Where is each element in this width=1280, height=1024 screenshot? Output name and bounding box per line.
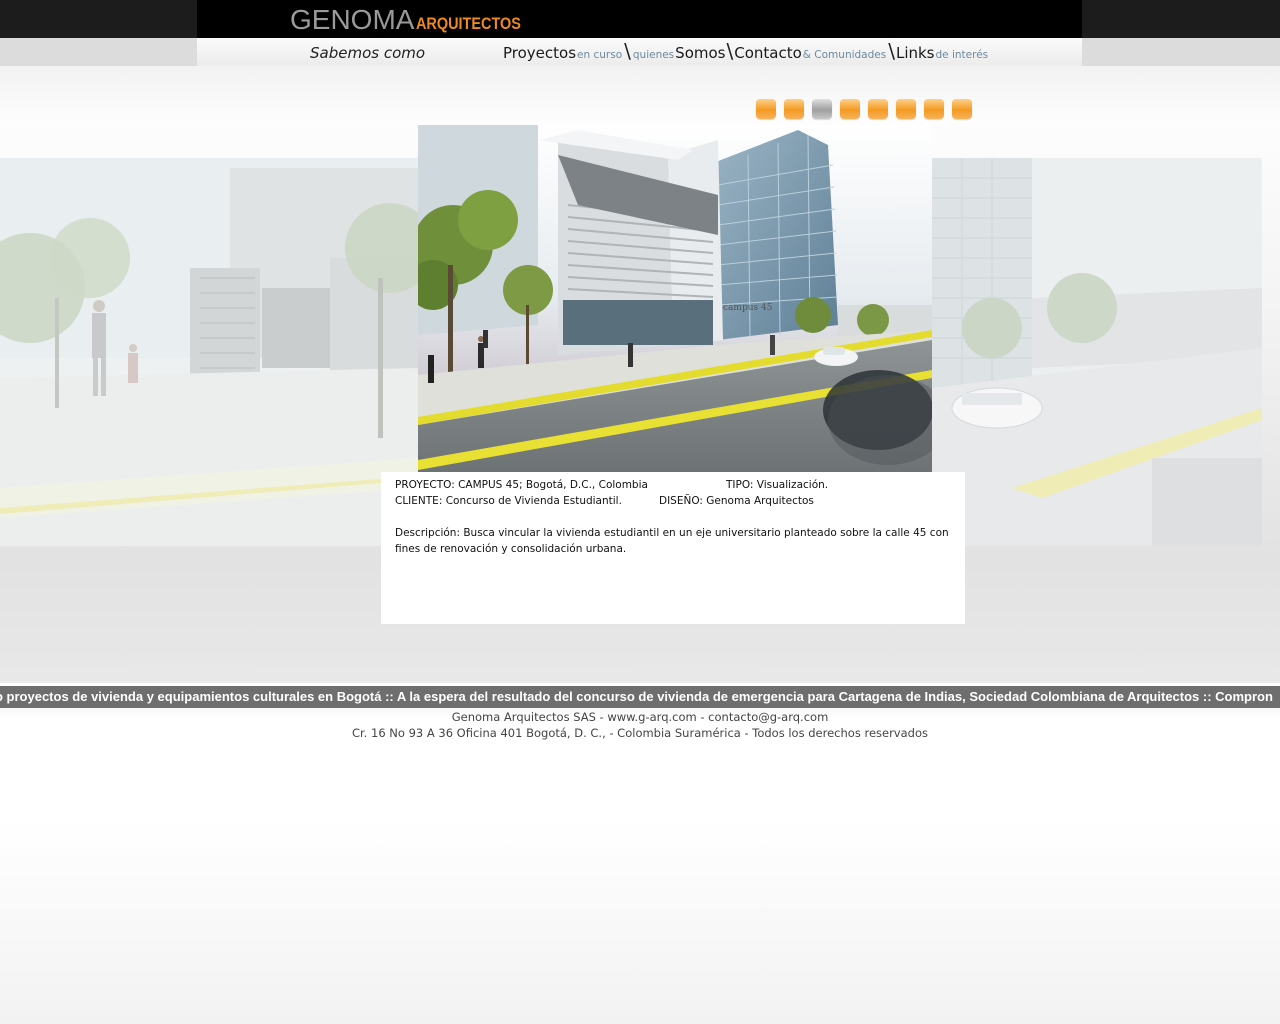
- gallery-thumb-8[interactable]: [952, 99, 972, 119]
- nav-contacto-label: Contacto: [734, 44, 802, 62]
- tagline-link[interactable]: Sabemos como: [310, 44, 425, 62]
- gallery-thumb-4[interactable]: [840, 99, 860, 119]
- gallery-thumb-5[interactable]: [868, 99, 888, 119]
- nav-link-contacto[interactable]: Contacto& Comunidades: [734, 43, 887, 62]
- nav-separator: \: [888, 39, 895, 63]
- news-ticker-text: o proyectos de vivienda y equipamientos …: [0, 689, 1273, 704]
- project-name: PROYECTO: CAMPUS 45; Bogotá, D.C., Colom…: [395, 479, 648, 491]
- news-ticker[interactable]: o proyectos de vivienda y equipamientos …: [0, 686, 1280, 708]
- gallery-thumb-3-active[interactable]: [812, 99, 832, 119]
- top-bar: [0, 0, 1280, 38]
- gallery-thumb-2[interactable]: [784, 99, 804, 119]
- nav-separator: \: [624, 39, 631, 63]
- project-client: CLIENTE: Concurso de Vivienda Estudianti…: [395, 495, 622, 507]
- nav-proyectos-label: Proyectos: [503, 44, 577, 62]
- nav-link-somos[interactable]: quienesSomos: [632, 43, 726, 62]
- footer: Genoma Arquitectos SAS - www.g-arq.com -…: [0, 709, 1280, 741]
- gallery-thumb-7[interactable]: [924, 99, 944, 119]
- footer-address-line: Cr. 16 No 93 A 36 Oficina 401 Bogotá, D.…: [351, 726, 928, 740]
- gallery-next-image[interactable]: [932, 158, 1262, 546]
- nav-links-label: Links: [895, 44, 935, 62]
- nav-link-links[interactable]: Linksde interés: [896, 43, 989, 62]
- nav-link-proyectos[interactable]: Proyectosen curso: [503, 43, 623, 62]
- nav-links-sub: de interés: [935, 49, 989, 61]
- nav-proyectos-sub: en curso: [577, 49, 623, 61]
- project-description-line2: fines de renovación y consolidación urba…: [395, 543, 627, 555]
- gallery-main-image[interactable]: campus 45: [418, 125, 932, 472]
- project-design: DISEÑO: Genoma Arquitectos: [659, 495, 814, 507]
- gallery-thumbnails: [756, 99, 972, 119]
- project-description-line1: Descripción: Busca vincular la vivienda …: [395, 527, 949, 539]
- main-nav: Proyectosen curso \ quienesSomos \ Conta…: [503, 39, 989, 63]
- logo-sub-text: ARQUITECTOS: [416, 14, 522, 33]
- gallery-thumb-1[interactable]: [756, 99, 776, 119]
- footer-contact-line: Genoma Arquitectos SAS - www.g-arq.com -…: [451, 710, 829, 724]
- nav-somos-label: Somos: [675, 44, 726, 62]
- project-info-panel: PROYECTO: CAMPUS 45; Bogotá, D.C., Colom…: [381, 472, 965, 624]
- gallery-prev-image[interactable]: [0, 158, 418, 546]
- logo-main-text: GENOMA: [290, 4, 415, 35]
- logo[interactable]: GENOMA ARQUITECTOS: [290, 2, 540, 36]
- nav-quienes-sub: quienes: [632, 49, 675, 61]
- building-sign: campus 45: [723, 303, 773, 313]
- nav-contacto-sub: & Comunidades: [802, 49, 887, 61]
- project-type: TIPO: Visualización.: [726, 479, 829, 491]
- nav-separator: \: [726, 39, 734, 63]
- gallery-thumb-6[interactable]: [896, 99, 916, 119]
